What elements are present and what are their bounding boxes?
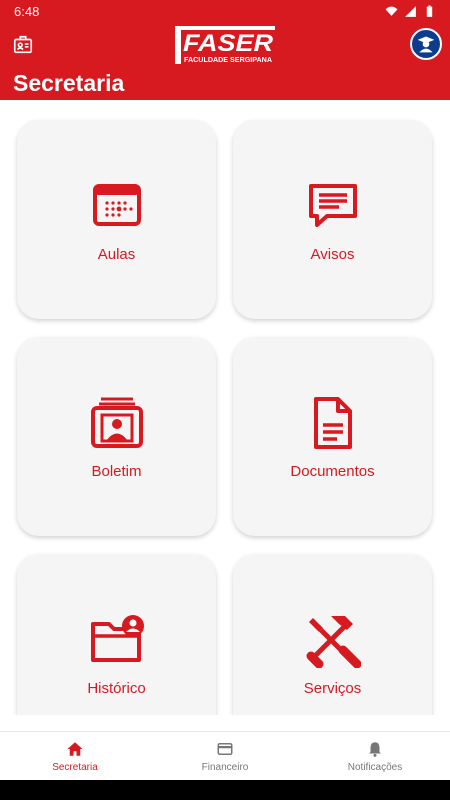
id-card-icon[interactable]: [12, 34, 34, 56]
card-label: Histórico: [87, 680, 146, 697]
logo-sub-text: FACULDADE SERGIPANA: [184, 55, 273, 64]
nav-label: Notificações: [347, 761, 403, 773]
logo-main-text: FASER: [183, 30, 274, 57]
card-avisos[interactable]: Avisos: [233, 120, 432, 319]
card-label: Documentos: [290, 463, 375, 480]
card-label: Avisos: [310, 246, 355, 263]
card-label: Boletim: [91, 463, 142, 480]
graduate-user-icon: [417, 36, 435, 53]
nav-item-financeiro[interactable]: Financeiro: [150, 732, 300, 780]
credit-card-icon: [217, 742, 233, 755]
battery-icon: [426, 5, 433, 17]
card-documentos[interactable]: Documentos: [233, 337, 432, 536]
signal-icon: [405, 5, 416, 17]
folder-user-icon: [89, 612, 145, 668]
card-label: Serviços: [303, 680, 362, 697]
bottom-nav: Secretaria Financeiro Notificações: [0, 731, 450, 780]
status-icons: [385, 5, 436, 18]
chat-icon: [305, 178, 361, 234]
page-title: Secretaria: [13, 70, 125, 96]
card-aulas[interactable]: Aulas: [17, 120, 216, 319]
status-bar: 6:48: [0, 0, 450, 22]
nav-label: Financeiro: [201, 761, 249, 773]
faser-logo: FASER FACULDADE SERGIPANA: [173, 24, 277, 66]
card-servicos[interactable]: Serviços: [233, 554, 432, 715]
card-historico[interactable]: Histórico: [17, 554, 216, 715]
nav-label: Secretaria: [52, 761, 98, 773]
card-boletim[interactable]: Boletim: [17, 337, 216, 536]
menu-grid: Aulas Avisos Boletim Documentos Históric…: [0, 100, 450, 715]
tools-icon: [305, 612, 361, 668]
document-icon: [305, 395, 361, 451]
card-label: Aulas: [97, 246, 136, 263]
status-time: 6:48: [14, 3, 40, 19]
calendar-icon: [89, 178, 145, 234]
app-screen: 6:48 FASER FACULDADE SERGIPANA Secretari…: [0, 0, 450, 800]
avatar[interactable]: [410, 28, 442, 60]
nav-item-secretaria[interactable]: Secretaria: [0, 732, 150, 780]
system-gesture-bar: [0, 780, 450, 800]
app-header: FASER FACULDADE SERGIPANA Secretaria: [0, 22, 450, 100]
wifi-icon: [385, 6, 398, 16]
bell-icon: [369, 741, 381, 757]
nav-item-notificacoes[interactable]: Notificações: [300, 732, 450, 780]
profile-card-icon: [89, 395, 145, 451]
home-icon: [67, 741, 83, 756]
